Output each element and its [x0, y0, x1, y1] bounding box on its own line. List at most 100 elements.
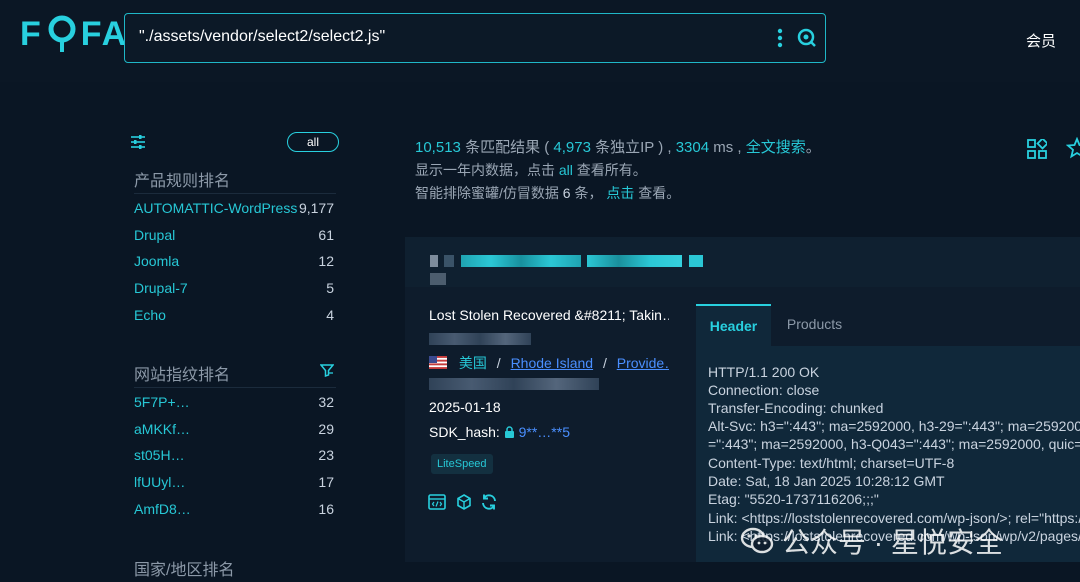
note-suffix: 查看所有。	[576, 162, 647, 178]
divider	[134, 193, 336, 194]
product-rank-title: 产品规则排名	[134, 173, 231, 190]
blurred-host-url[interactable]	[430, 254, 715, 285]
org-link[interactable]: Provide…	[617, 355, 669, 371]
star-icon[interactable]	[1065, 136, 1080, 159]
product-rank-item[interactable]: Echo 4	[134, 307, 336, 327]
wechat-logo-icon	[740, 526, 774, 556]
header-line: Connection: close	[708, 382, 820, 398]
region-link[interactable]: Rhode Island	[511, 355, 594, 371]
logo-text-left: F	[20, 14, 43, 53]
show-all-link[interactable]: all	[559, 162, 573, 178]
blurred-domain	[429, 378, 599, 390]
fingerprint-count: 17	[318, 474, 334, 490]
all-toggle-button[interactable]: all	[287, 132, 339, 152]
search-query[interactable]: "./assets/vendor/select2/select2.js"	[139, 28, 385, 46]
product-rank-item[interactable]: Joomla 12	[134, 253, 336, 273]
product-name[interactable]: Drupal-7	[134, 280, 188, 296]
ip-label: 条独立IP ) ,	[595, 139, 672, 156]
header-line: Transfer-Encoding: chunked	[708, 400, 884, 416]
geo-separator: /	[496, 355, 501, 371]
fingerprint-rank-title: 网站指纹排名	[134, 367, 231, 384]
header-line: HTTP/1.1 200 OK	[708, 364, 820, 380]
match-count: 10,513	[415, 139, 461, 156]
header-line: Content-Type: text/html; charset=UTF-8	[708, 455, 955, 471]
logo-ring-icon	[45, 14, 79, 54]
ms-label: ms ,	[713, 139, 742, 156]
product-count: 5	[326, 280, 334, 296]
header-line: Date: Sat, 18 Jan 2025 10:28:12 GMT	[708, 473, 945, 489]
code-view-icon[interactable]	[428, 493, 446, 511]
filter-settings-icon[interactable]	[130, 134, 146, 150]
product-name[interactable]: Echo	[134, 307, 166, 323]
divider	[134, 387, 336, 388]
product-count: 61	[318, 227, 334, 243]
fingerprint-count: 32	[318, 394, 334, 410]
fingerprint-count: 16	[318, 501, 334, 517]
wechat-watermark: 公众号 · 星悦安全	[740, 524, 1003, 558]
fofa-logo[interactable]: F FA	[20, 14, 128, 54]
product-count: 9,177	[298, 200, 334, 216]
result-summary: 10,513 条匹配结果 ( 4,973 条独立IP ) , 3304 ms ,…	[415, 136, 821, 157]
header-line: =":443"; ma=2592000, h3-Q043=":443"; ma=…	[708, 436, 1080, 452]
period: 。	[805, 139, 821, 156]
honeypot-prefix: 智能排除蜜罐/仿冒数据	[415, 185, 559, 201]
tab-products[interactable]: Products	[772, 304, 857, 346]
product-rank-item[interactable]: AUTOMATTIC-WordPress 9,177	[134, 200, 336, 220]
data-range-note: 显示一年内数据，点击 all 查看所有。	[415, 160, 647, 180]
fingerprint-name[interactable]: lfUUyl…	[134, 474, 185, 490]
product-count: 4	[326, 307, 334, 323]
result-title[interactable]: Lost Stolen Recovered &#8211; Takin…	[429, 307, 669, 323]
server-tag[interactable]: LiteSpeed	[431, 454, 493, 474]
ip-count: 4,973	[553, 139, 591, 156]
fingerprint-rank-item[interactable]: aMKKf… 29	[134, 421, 336, 441]
tab-header[interactable]: Header	[696, 304, 771, 348]
member-link[interactable]: 会员	[1026, 30, 1056, 51]
product-name[interactable]: AUTOMATTIC-WordPress	[134, 200, 297, 216]
elapsed-ms: 3304	[675, 139, 710, 156]
layout-toggle-icon[interactable]	[1027, 137, 1049, 159]
refresh-icon[interactable]	[480, 493, 498, 511]
us-flag-icon	[429, 356, 447, 369]
search-icon[interactable]	[797, 28, 817, 48]
cube-icon[interactable]	[455, 493, 473, 511]
sdk-hash: SDK_hash: 9**…**5	[429, 424, 570, 440]
honeypot-note: 智能排除蜜罐/仿冒数据 6 条， 点击 查看。	[415, 183, 680, 203]
product-rank-item[interactable]: Drupal 61	[134, 227, 336, 247]
note-prefix: 显示一年内数据，点击	[415, 162, 555, 178]
fingerprint-filter-icon[interactable]	[319, 363, 335, 378]
product-rank-item[interactable]: Drupal-7 5	[134, 280, 336, 300]
honeypot-click-link[interactable]: 点击	[606, 185, 634, 201]
watermark-text: 公众号 · 星悦安全	[782, 527, 1003, 558]
fingerprint-rank-item[interactable]: st05H… 23	[134, 447, 336, 467]
geo-separator: /	[602, 355, 607, 371]
fingerprint-name[interactable]: st05H…	[134, 447, 185, 463]
blurred-ip	[429, 333, 531, 345]
product-name[interactable]: Joomla	[134, 253, 179, 269]
product-count: 12	[318, 253, 334, 269]
result-date: 2025-01-18	[429, 399, 501, 415]
header-line: Etag: "5520-1737116206;;;"	[708, 491, 879, 507]
search-input[interactable]: "./assets/vendor/select2/select2.js"	[124, 13, 826, 63]
fingerprint-rank-item[interactable]: AmfD8… 16	[134, 501, 336, 521]
header-line: Alt-Svc: h3=":443"; ma=2592000, h3-29=":…	[708, 418, 1080, 434]
fingerprint-count: 29	[318, 421, 334, 437]
fingerprint-name[interactable]: AmfD8…	[134, 501, 191, 517]
fingerprint-rank-item[interactable]: lfUUyl… 17	[134, 474, 336, 494]
logo-text-right: FA	[80, 14, 129, 53]
fulltext-search-link[interactable]: 全文搜索	[746, 139, 806, 156]
fingerprint-name[interactable]: aMKKf…	[134, 421, 190, 437]
country-rank-title: 国家/地区排名	[134, 562, 235, 579]
match-label: 条匹配结果 (	[465, 139, 550, 156]
honeypot-mid: 条，	[574, 185, 603, 201]
sdk-label: SDK_hash:	[429, 424, 500, 440]
country-link[interactable]: 美国	[459, 355, 487, 371]
geo-location: 美国 / Rhode Island / Provide…	[429, 353, 669, 373]
fingerprint-rank-item[interactable]: 5F7P+… 32	[134, 394, 336, 414]
fingerprint-name[interactable]: 5F7P+…	[134, 394, 190, 410]
fingerprint-count: 23	[318, 447, 334, 463]
lock-icon	[504, 424, 519, 440]
sdk-hash-value[interactable]: 9**…**5	[519, 424, 570, 440]
more-options-icon[interactable]	[775, 27, 785, 49]
honeypot-suffix: 查看。	[638, 185, 681, 201]
product-name[interactable]: Drupal	[134, 227, 175, 243]
